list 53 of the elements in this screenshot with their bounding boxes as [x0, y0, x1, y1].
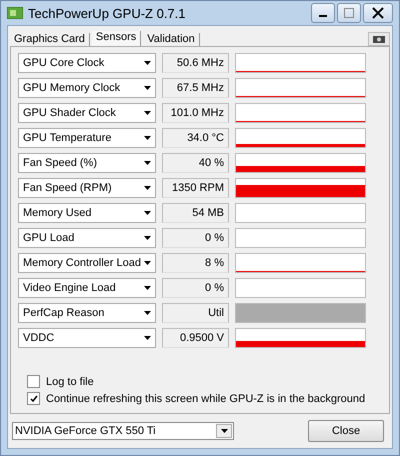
checkbox-label: Log to file	[46, 376, 94, 388]
app-icon	[7, 7, 23, 19]
sensor-dropdown[interactable]: GPU Core Clock	[18, 53, 156, 73]
sensor-value: 1350 RPM	[162, 178, 229, 198]
tab[interactable]: Sensors	[92, 31, 142, 46]
caret-icon	[144, 211, 151, 215]
caret-icon	[220, 429, 228, 433]
maximize-icon	[344, 8, 354, 18]
sensor-value: 54 MB	[162, 203, 229, 223]
sensor-value: Util	[162, 303, 229, 323]
sensor-value: 40 %	[162, 153, 229, 173]
minimize-button[interactable]	[311, 3, 335, 23]
close-icon[interactable]	[363, 3, 393, 23]
sensor-dropdown[interactable]: Memory Controller Load	[18, 253, 156, 273]
sensor-dropdown[interactable]: GPU Shader Clock	[18, 103, 156, 123]
sensor-value: 8 %	[162, 253, 229, 273]
sensor-dropdown[interactable]: Video Engine Load	[18, 278, 156, 298]
caret-icon	[144, 286, 151, 290]
sensor-value: 50.6 MHz	[162, 53, 229, 73]
camera-icon	[373, 35, 385, 43]
caret-icon	[144, 261, 151, 265]
caret-icon	[144, 61, 151, 65]
device-dropdown[interactable]: NVIDIA GeForce GTX 550 Ti	[12, 422, 234, 440]
caret-icon	[144, 161, 151, 165]
caret-icon	[144, 236, 151, 240]
sensor-value: 0 %	[162, 278, 229, 298]
caret-icon	[144, 186, 151, 190]
sensor-dropdown[interactable]: GPU Memory Clock	[18, 78, 156, 98]
sensor-value: 67.5 MHz	[162, 78, 229, 98]
window-title: TechPowerUp GPU-Z 0.7.1	[28, 6, 187, 20]
check-icon	[30, 394, 38, 402]
caret-icon	[144, 111, 151, 115]
caret-icon	[144, 86, 151, 90]
sensor-dropdown[interactable]: Memory Used	[18, 203, 156, 223]
sensor-value: 101.0 MHz	[162, 103, 229, 123]
caret-icon	[144, 311, 151, 315]
sensor-dropdown[interactable]: Fan Speed (RPM)	[18, 178, 156, 198]
caret-icon	[144, 136, 151, 140]
sensor-dropdown[interactable]: VDDC	[18, 328, 156, 348]
dropdown-button[interactable]	[216, 424, 232, 438]
close-button[interactable]: Close	[308, 420, 384, 442]
sensor-dropdown[interactable]: GPU Temperature	[18, 128, 156, 148]
sensor-value: 0 %	[162, 228, 229, 248]
checkbox-label: Continue refreshing this screen while GPU-Z is in the background	[46, 392, 366, 404]
sensor-value: 0.9500 V	[162, 328, 229, 348]
camera-button[interactable]	[368, 32, 390, 46]
checkbox[interactable]	[27, 375, 40, 388]
sensor-value: 34.0 °C	[162, 128, 229, 148]
sensor-dropdown[interactable]: Fan Speed (%)	[18, 153, 156, 173]
sensor-dropdown[interactable]: GPU Load	[18, 228, 156, 248]
checkbox[interactable]	[27, 392, 40, 405]
caret-icon	[144, 336, 151, 340]
sensor-dropdown[interactable]: PerfCap Reason	[18, 303, 156, 323]
